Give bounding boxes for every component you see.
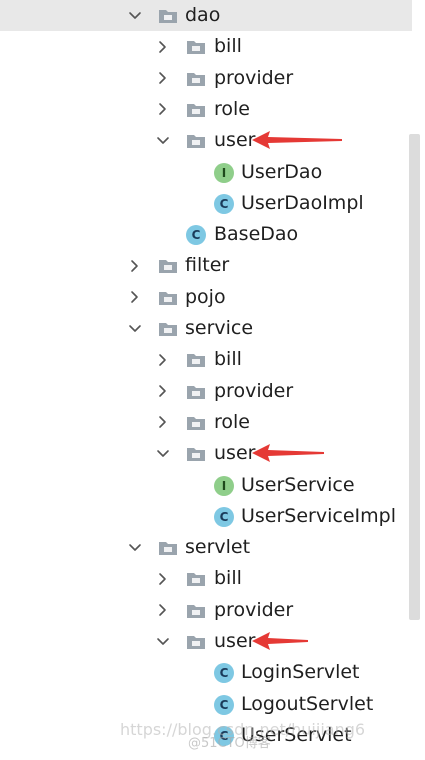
tree-folder-provider[interactable]: provider (0, 376, 412, 407)
interface-i-icon: I (214, 475, 234, 496)
tree-item-label: LoginServlet (241, 661, 360, 684)
tree-folder-role[interactable]: role (0, 94, 412, 125)
tree-folder-filter[interactable]: filter (0, 250, 412, 281)
tree-file-basedao[interactable]: C BaseDao (0, 219, 412, 250)
folder-icon (186, 603, 206, 619)
chevron-right-icon[interactable] (156, 344, 170, 375)
tree-item-label: UserDaoImpl (241, 191, 364, 214)
folder-icon (158, 540, 178, 556)
watermark-site: @51CTO博客 (188, 736, 271, 751)
folder-icon (158, 258, 178, 274)
tree-item-label: role (214, 410, 250, 433)
chevron-right-icon[interactable] (156, 376, 170, 407)
chevron-right-icon[interactable] (156, 63, 170, 94)
tree-item-label: bill (214, 348, 242, 371)
tree-item-label: bill (214, 567, 242, 590)
chevron-right-icon[interactable] (128, 282, 142, 313)
folder-icon (186, 446, 206, 462)
tree-item-label: user (214, 129, 256, 152)
folder-icon (186, 352, 206, 368)
chevron-right-icon[interactable] (156, 94, 170, 125)
red-annotation-arrow (252, 131, 342, 150)
class-c-icon: C (214, 193, 234, 214)
tree-folder-service[interactable]: service (0, 313, 412, 344)
tree-item-label: UserService (241, 473, 355, 496)
class-c-icon: C (214, 694, 234, 715)
folder-icon (158, 8, 178, 24)
tree-item-label: pojo (185, 285, 226, 308)
tree-file-userservice[interactable]: I UserService (0, 470, 412, 501)
class-c-icon: C (214, 663, 234, 684)
tree-file-userserviceimpl[interactable]: C UserServiceImpl (0, 501, 412, 532)
tree-item-label: dao (185, 4, 221, 26)
tree-item-label: UserDao (241, 160, 323, 183)
vertical-scrollbar[interactable] (409, 134, 420, 620)
red-annotation-arrow (252, 632, 308, 650)
tree-item-label: LogoutServlet (241, 692, 374, 715)
tree-folder-user[interactable]: user (0, 438, 412, 469)
folder-icon (186, 102, 206, 118)
tree-file-loginservlet[interactable]: C LoginServlet (0, 657, 412, 688)
tree-item-label: servlet (185, 536, 251, 559)
tree-folder-role[interactable]: role (0, 407, 412, 438)
tree-folder-bill[interactable]: bill (0, 31, 412, 62)
folder-icon (186, 133, 206, 149)
folder-icon (186, 384, 206, 400)
tree-item-label: provider (214, 379, 294, 402)
tree-folder-provider[interactable]: provider (0, 63, 412, 94)
tree-item-label: UserServiceImpl (241, 504, 396, 527)
chevron-down-icon[interactable] (156, 125, 170, 156)
tree-item-label: role (214, 97, 250, 120)
folder-icon (158, 290, 178, 306)
tree-item-label: provider (214, 598, 294, 621)
class-c-icon: C (214, 506, 234, 527)
watermark: https://blog.csdn.net/huijiang6 @51CTO博客 (120, 720, 420, 754)
chevron-down-icon[interactable] (128, 0, 142, 31)
folder-icon (186, 71, 206, 87)
interface-i-icon: I (214, 162, 234, 183)
tree-item-label: provider (214, 66, 294, 89)
tree-item-label: user (214, 630, 256, 652)
tree-item-label: filter (185, 254, 230, 277)
folder-icon (186, 39, 206, 55)
tree-folder-dao[interactable]: dao (0, 0, 412, 31)
chevron-right-icon[interactable] (156, 595, 170, 626)
tree-item-label: BaseDao (214, 223, 299, 246)
red-annotation-arrow (252, 444, 324, 463)
chevron-down-icon[interactable] (156, 438, 170, 469)
folder-icon (158, 321, 178, 337)
tree-file-userdao[interactable]: I UserDao (0, 157, 412, 188)
chevron-down-icon[interactable] (156, 626, 170, 657)
chevron-down-icon[interactable] (128, 313, 142, 344)
tree-folder-servlet[interactable]: servlet (0, 532, 412, 563)
tree-folder-pojo[interactable]: pojo (0, 282, 412, 313)
tree-item-label: service (185, 317, 254, 339)
chevron-right-icon[interactable] (128, 250, 142, 281)
tree-file-logoutservlet[interactable]: C LogoutServlet (0, 689, 412, 720)
project-tree: dao bill provider role user I UserDao C UserDaoI… (0, 0, 425, 760)
tree-item-label: user (214, 442, 256, 465)
tree-folder-bill[interactable]: bill (0, 344, 412, 375)
folder-icon (186, 571, 206, 587)
folder-icon (186, 415, 206, 431)
tree-folder-provider[interactable]: provider (0, 595, 412, 626)
tree-folder-bill[interactable]: bill (0, 563, 412, 594)
tree-folder-user[interactable]: user (0, 626, 412, 657)
chevron-right-icon[interactable] (156, 31, 170, 62)
chevron-right-icon[interactable] (156, 563, 170, 594)
chevron-right-icon[interactable] (156, 407, 170, 438)
tree-item-label: bill (214, 35, 242, 58)
chevron-down-icon[interactable] (128, 532, 142, 563)
tree-file-userdaoimpl[interactable]: C UserDaoImpl (0, 188, 412, 219)
class-c-icon: C (186, 225, 206, 246)
folder-icon (186, 634, 206, 650)
